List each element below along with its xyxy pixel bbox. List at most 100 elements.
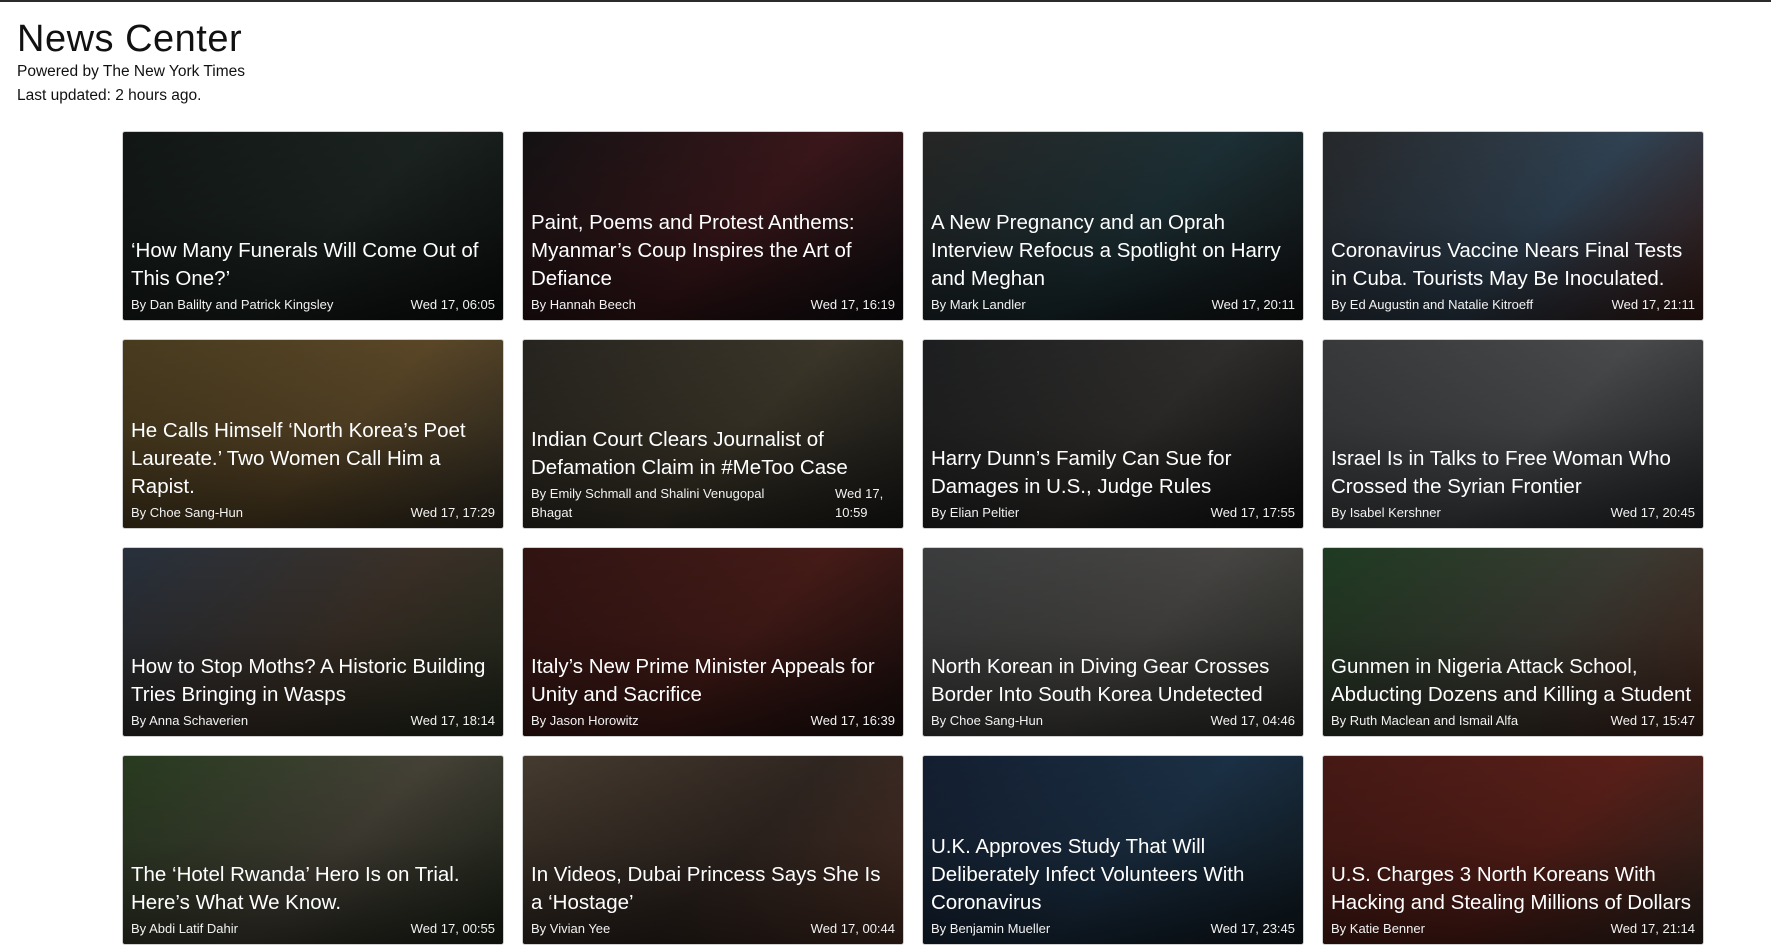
news-card[interactable]: In Videos, Dubai Princess Says She Is a …	[522, 755, 904, 945]
news-card-meta: By Anna Schaverien Wed 17, 18:14	[131, 711, 495, 730]
news-card-meta: By Choe Sang-Hun Wed 17, 17:29	[131, 503, 495, 522]
news-card-content: Paint, Poems and Protest Anthems: Myanma…	[531, 209, 895, 314]
news-card-byline: By Choe Sang-Hun	[931, 713, 1044, 728]
news-card-byline: By Vivian Yee	[531, 921, 611, 936]
news-card-content: Coronavirus Vaccine Nears Final Tests in…	[1331, 237, 1695, 314]
news-card-date: Wed 17, 23:45	[1210, 921, 1295, 936]
news-card-byline: By Ruth Maclean and Ismail Alfa	[1331, 713, 1519, 728]
news-card[interactable]: He Calls Himself ‘North Korea’s Poet Lau…	[122, 339, 504, 529]
news-card-headline[interactable]: U.K. Approves Study That Will Deliberate…	[931, 833, 1295, 917]
news-grid: ‘How Many Funerals Will Come Out of This…	[122, 131, 1704, 945]
news-card-headline[interactable]: ‘How Many Funerals Will Come Out of This…	[131, 237, 495, 293]
news-card[interactable]: Indian Court Clears Journalist of Defama…	[522, 339, 904, 529]
news-card-byline: By Isabel Kershner	[1331, 505, 1441, 520]
news-card-meta: By Mark Landler Wed 17, 20:11	[931, 295, 1295, 314]
news-card-date: Wed 17, 18:14	[410, 713, 495, 728]
news-card-content: U.S. Charges 3 North Koreans With Hackin…	[1331, 861, 1695, 938]
news-card-meta: By Ruth Maclean and Ismail Alfa Wed 17, …	[1331, 711, 1695, 730]
news-card-content: Harry Dunn’s Family Can Sue for Damages …	[931, 445, 1295, 522]
news-card-headline[interactable]: Harry Dunn’s Family Can Sue for Damages …	[931, 445, 1295, 501]
top-border	[0, 0, 1771, 2]
news-card[interactable]: Coronavirus Vaccine Nears Final Tests in…	[1322, 131, 1704, 321]
news-card-meta: By Hannah Beech Wed 17, 16:19	[531, 295, 895, 314]
news-card-headline[interactable]: Italy’s New Prime Minister Appeals for U…	[531, 653, 895, 709]
news-card-headline[interactable]: A New Pregnancy and an Oprah Interview R…	[931, 209, 1295, 293]
news-card-date: Wed 17, 21:14	[1610, 921, 1695, 936]
news-card[interactable]: U.K. Approves Study That Will Deliberate…	[922, 755, 1304, 945]
news-card-headline[interactable]: He Calls Himself ‘North Korea’s Poet Lau…	[131, 417, 495, 501]
news-card-byline: By Anna Schaverien	[131, 713, 249, 728]
last-updated-text: Last updated: 2 hours ago.	[17, 87, 202, 104]
news-card-date: Wed 17, 04:46	[1210, 713, 1295, 728]
news-card-meta: By Isabel Kershner Wed 17, 20:45	[1331, 503, 1695, 522]
news-card-date: Wed 17, 06:05	[410, 297, 495, 312]
news-card[interactable]: North Korean in Diving Gear Crosses Bord…	[922, 547, 1304, 737]
news-card[interactable]: Italy’s New Prime Minister Appeals for U…	[522, 547, 904, 737]
news-card-content: The ‘Hotel Rwanda’ Hero Is on Trial. Her…	[131, 861, 495, 938]
news-card-date: Wed 17, 21:11	[1611, 297, 1695, 312]
news-card-date: Wed 17, 15:47	[1610, 713, 1695, 728]
news-card-date: Wed 17, 00:55	[410, 921, 495, 936]
news-card[interactable]: Israel Is in Talks to Free Woman Who Cro…	[1322, 339, 1704, 529]
news-card[interactable]: Paint, Poems and Protest Anthems: Myanma…	[522, 131, 904, 321]
news-card-content: Italy’s New Prime Minister Appeals for U…	[531, 653, 895, 730]
news-card-headline[interactable]: In Videos, Dubai Princess Says She Is a …	[531, 861, 895, 917]
news-card-date: Wed 17, 20:11	[1211, 297, 1295, 312]
news-card-content: ‘How Many Funerals Will Come Out of This…	[131, 237, 495, 314]
news-card-byline: By Elian Peltier	[931, 505, 1020, 520]
news-card-headline[interactable]: U.S. Charges 3 North Koreans With Hackin…	[1331, 861, 1695, 917]
news-card-byline: By Benjamin Mueller	[931, 921, 1051, 936]
news-card-date: Wed 17, 17:29	[410, 505, 495, 520]
news-card-meta: By Katie Benner Wed 17, 21:14	[1331, 919, 1695, 938]
news-card-byline: By Emily Schmall and Shalini Venugopal B…	[531, 486, 765, 520]
news-card-byline: By Hannah Beech	[531, 297, 636, 312]
news-card-date: Wed 17, 16:39	[810, 713, 895, 728]
news-card-content: In Videos, Dubai Princess Says She Is a …	[531, 861, 895, 938]
news-card-meta: By Jason Horowitz Wed 17, 16:39	[531, 711, 895, 730]
news-card-byline: By Choe Sang-Hun	[131, 505, 244, 520]
news-card-date: Wed 17, 10:59	[835, 486, 884, 520]
news-card-byline: By Jason Horowitz	[531, 713, 639, 728]
news-card[interactable]: Harry Dunn’s Family Can Sue for Damages …	[922, 339, 1304, 529]
news-card-headline[interactable]: North Korean in Diving Gear Crosses Bord…	[931, 653, 1295, 709]
news-card-headline[interactable]: How to Stop Moths? A Historic Building T…	[131, 653, 495, 709]
news-card-byline: By Katie Benner	[1331, 921, 1425, 936]
news-card[interactable]: Gunmen in Nigeria Attack School, Abducti…	[1322, 547, 1704, 737]
page-header: News Center Powered by The New York Time…	[17, 18, 245, 108]
news-card-meta: By Vivian Yee Wed 17, 00:44	[531, 919, 895, 938]
news-card-byline: By Dan Balilty and Patrick Kingsley	[131, 297, 334, 312]
news-card-meta: By Benjamin Mueller Wed 17, 23:45	[931, 919, 1295, 938]
news-card-content: Gunmen in Nigeria Attack School, Abducti…	[1331, 653, 1695, 730]
news-card-date: Wed 17, 00:44	[810, 921, 895, 936]
news-card-headline[interactable]: The ‘Hotel Rwanda’ Hero Is on Trial. Her…	[131, 861, 495, 917]
news-card-meta: By Ed Augustin and Natalie Kitroeff Wed …	[1331, 295, 1695, 314]
news-card-content: A New Pregnancy and an Oprah Interview R…	[931, 209, 1295, 314]
news-card[interactable]: U.S. Charges 3 North Koreans With Hackin…	[1322, 755, 1704, 945]
news-card[interactable]: ‘How Many Funerals Will Come Out of This…	[122, 131, 504, 321]
news-card-content: North Korean in Diving Gear Crosses Bord…	[931, 653, 1295, 730]
page-title: News Center	[17, 18, 243, 60]
news-card-headline[interactable]: Gunmen in Nigeria Attack School, Abducti…	[1331, 653, 1695, 709]
news-card-content: Indian Court Clears Journalist of Defama…	[531, 426, 895, 522]
news-card[interactable]: How to Stop Moths? A Historic Building T…	[122, 547, 504, 737]
news-card-meta: By Abdi Latif Dahir Wed 17, 00:55	[131, 919, 495, 938]
news-card-byline: By Ed Augustin and Natalie Kitroeff	[1331, 297, 1534, 312]
news-card-content: How to Stop Moths? A Historic Building T…	[131, 653, 495, 730]
news-card-headline[interactable]: Indian Court Clears Journalist of Defama…	[531, 426, 895, 482]
news-card-meta: By Choe Sang-Hun Wed 17, 04:46	[931, 711, 1295, 730]
news-card-date: Wed 17, 20:45	[1610, 505, 1695, 520]
news-card-byline: By Abdi Latif Dahir	[131, 921, 238, 936]
news-card-content: Israel Is in Talks to Free Woman Who Cro…	[1331, 445, 1695, 522]
news-card-headline[interactable]: Paint, Poems and Protest Anthems: Myanma…	[531, 209, 895, 293]
news-card-headline[interactable]: Coronavirus Vaccine Nears Final Tests in…	[1331, 237, 1695, 293]
news-card-headline[interactable]: Israel Is in Talks to Free Woman Who Cro…	[1331, 445, 1695, 501]
news-card[interactable]: A New Pregnancy and an Oprah Interview R…	[922, 131, 1304, 321]
news-card-content: He Calls Himself ‘North Korea’s Poet Lau…	[131, 417, 495, 522]
news-card-meta: By Elian Peltier Wed 17, 17:55	[931, 503, 1295, 522]
news-card-meta: By Dan Balilty and Patrick Kingsley Wed …	[131, 295, 495, 314]
news-card-meta: By Emily Schmall and Shalini Venugopal B…	[531, 484, 895, 522]
news-card-content: U.K. Approves Study That Will Deliberate…	[931, 833, 1295, 938]
news-card-date: Wed 17, 16:19	[810, 297, 895, 312]
news-card-byline: By Mark Landler	[931, 297, 1026, 312]
news-card[interactable]: The ‘Hotel Rwanda’ Hero Is on Trial. Her…	[122, 755, 504, 945]
